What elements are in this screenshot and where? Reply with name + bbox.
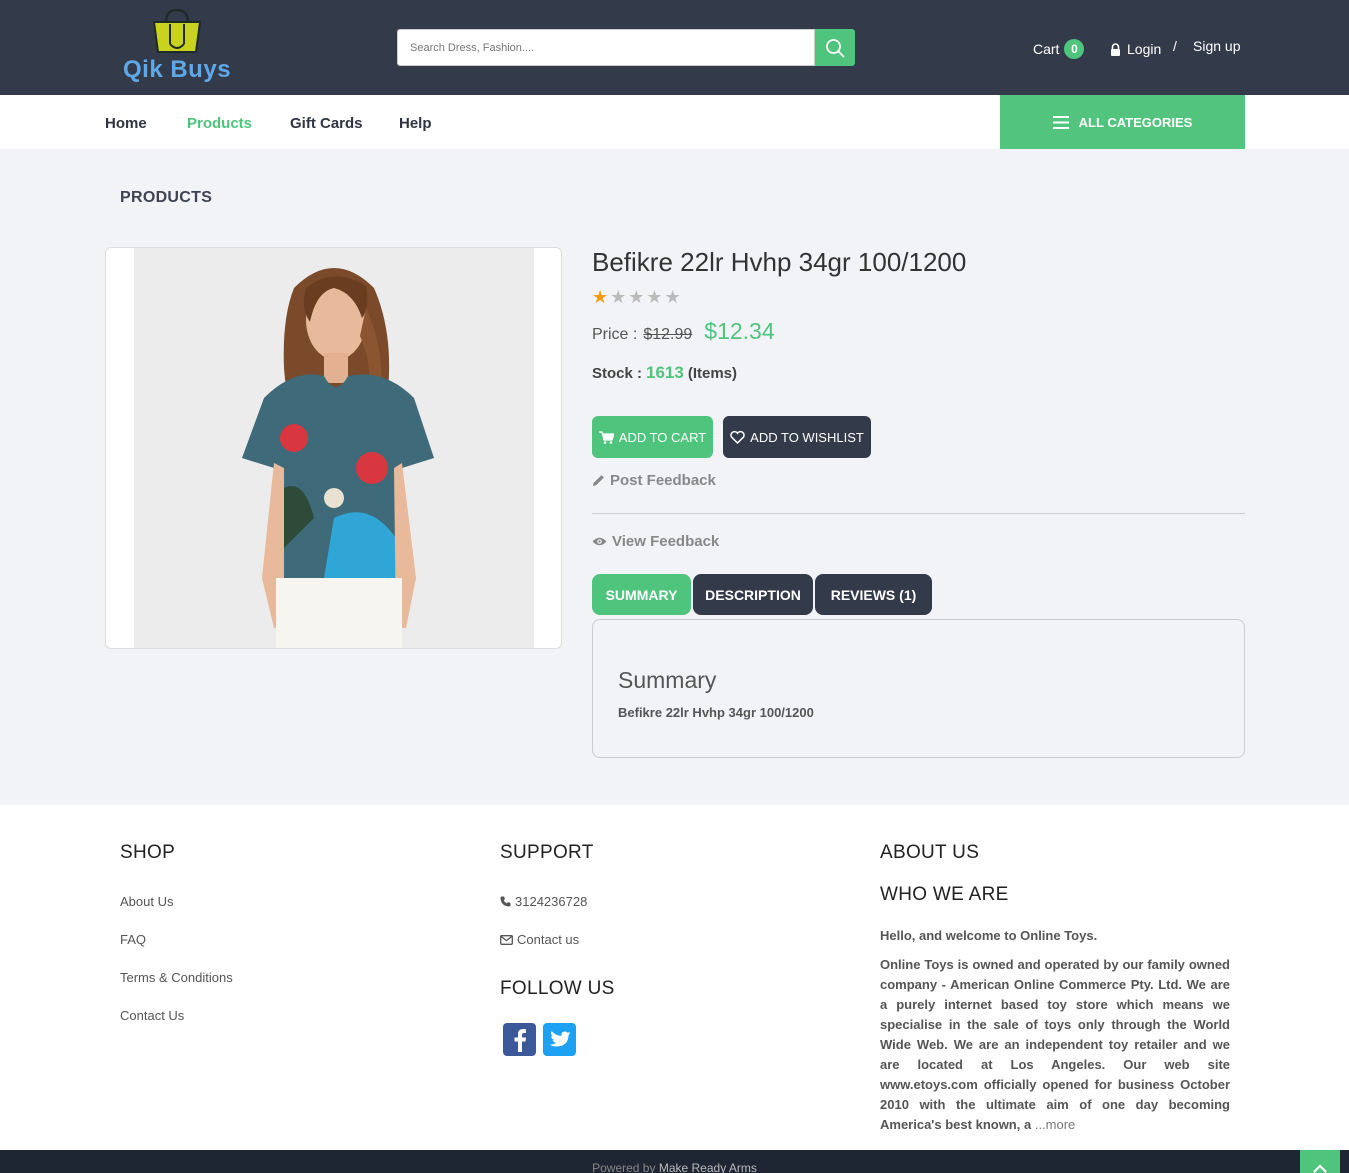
top-header: Qik Buys Cart 0 Login / Sign up	[0, 0, 1349, 95]
heart-outline-icon	[730, 430, 745, 444]
cart-label: Cart	[1033, 41, 1060, 57]
login-link[interactable]: Login	[1110, 38, 1161, 60]
search-bar	[397, 29, 855, 66]
star-empty-icon: ★	[610, 287, 627, 307]
brand-logo[interactable]: Qik Buys	[120, 8, 232, 88]
nav-products[interactable]: Products	[187, 115, 252, 132]
product-title: Befikre 22lr Hvhp 34gr 100/1200	[592, 247, 967, 277]
tab-reviews[interactable]: REVIEWS (1)	[815, 574, 932, 615]
footer-phone[interactable]: 3124236728	[500, 894, 587, 909]
eye-icon	[592, 537, 607, 546]
footer-phone-number: 3124236728	[515, 894, 588, 909]
summary-heading: Summary	[618, 667, 717, 693]
chevron-up-icon	[1313, 1164, 1327, 1173]
footer-shop-heading: SHOP	[120, 842, 176, 863]
facebook-icon	[514, 1028, 526, 1052]
product-image-card	[105, 247, 562, 649]
tab-description[interactable]: DESCRIPTION	[693, 574, 813, 615]
pencil-icon	[593, 475, 604, 486]
footer-about-text: Online Toys is owned and operated by our…	[880, 957, 1230, 1132]
price-row: Price : $12.99 $12.34	[592, 318, 775, 345]
powered-by-text: Powered by Make Ready Arms	[0, 1161, 1349, 1173]
footer-link-contact-us[interactable]: Contact Us	[120, 1008, 184, 1023]
footer-about-heading: ABOUT US	[880, 842, 980, 863]
footer-link-faq[interactable]: FAQ	[120, 932, 146, 947]
cart-link[interactable]: Cart 0	[1033, 38, 1085, 60]
star-empty-icon: ★	[646, 287, 663, 307]
facebook-link[interactable]	[503, 1023, 536, 1056]
summary-text: Befikre 22lr Hvhp 34gr 100/1200	[618, 705, 814, 720]
shopping-cart-icon	[598, 430, 614, 444]
model-in-floral-top-image	[134, 248, 534, 648]
lock-icon	[1111, 42, 1120, 56]
search-icon	[826, 38, 845, 57]
search-input[interactable]	[397, 29, 815, 66]
add-to-cart-label: ADD TO CART	[618, 429, 707, 445]
read-more-link[interactable]: ...more	[1035, 1117, 1075, 1132]
signup-link[interactable]: Sign up	[1193, 38, 1240, 60]
footer-contact[interactable]: Contact us	[500, 932, 579, 947]
star-empty-icon: ★	[628, 287, 645, 307]
nav-gift-cards[interactable]: Gift Cards	[290, 115, 363, 132]
login-signup-separator: /	[1173, 38, 1177, 54]
stock-unit: (Items)	[687, 365, 738, 382]
all-categories-button[interactable]: ALL CATEGORIES	[1000, 95, 1245, 149]
add-to-cart-button[interactable]: ADD TO CART	[592, 416, 713, 458]
nav-home[interactable]: Home	[105, 115, 147, 132]
phone-icon	[500, 896, 511, 907]
price-label: Price :	[592, 326, 638, 343]
shopping-bag-logo-icon	[152, 8, 202, 53]
product-image[interactable]	[134, 248, 534, 648]
all-categories-label: ALL CATEGORIES	[1078, 114, 1193, 130]
add-to-wishlist-label: ADD TO WISHLIST	[750, 429, 864, 445]
main-nav: Home Products Gift Cards Help ALL CATEGO…	[0, 95, 1349, 149]
star-filled-icon: ★	[592, 287, 609, 307]
twitter-link[interactable]	[543, 1023, 576, 1056]
summary-tab-panel: Summary Befikre 22lr Hvhp 34gr 100/1200	[592, 619, 1245, 758]
brand-name: Qik Buys	[123, 56, 232, 83]
footer-about-paragraph: Online Toys is owned and operated by our…	[880, 955, 1230, 1135]
footer-contact-label: Contact us	[517, 932, 580, 947]
footer-follow-heading: FOLLOW US	[500, 978, 615, 999]
twitter-icon	[549, 1030, 570, 1046]
hamburger-menu-icon	[1052, 115, 1069, 129]
view-feedback-link[interactable]: View Feedback	[592, 533, 719, 550]
section-divider	[592, 513, 1245, 514]
cart-count-badge: 0	[1064, 39, 1085, 59]
stock-label: Stock :	[592, 365, 643, 382]
add-to-wishlist-button[interactable]: ADD TO WISHLIST	[723, 416, 871, 458]
scroll-to-top-button[interactable]	[1300, 1150, 1340, 1173]
stock-row: Stock : 1613 (Items)	[592, 363, 737, 383]
footer-who-we-are-heading: WHO WE ARE	[880, 884, 1009, 905]
footer-link-about-us[interactable]: About Us	[120, 894, 173, 909]
powered-by-label: Powered by	[592, 1161, 656, 1173]
envelope-icon	[500, 934, 513, 945]
tab-summary[interactable]: SUMMARY	[592, 574, 691, 615]
post-feedback-link[interactable]: Post Feedback	[592, 472, 716, 489]
stock-value: 1613	[646, 363, 684, 382]
page-title: PRODUCTS	[120, 189, 213, 206]
post-feedback-label: Post Feedback	[610, 472, 716, 489]
star-rating: ★ ★ ★ ★ ★	[592, 287, 681, 308]
sale-price: $12.34	[704, 318, 775, 344]
footer-about-welcome: Hello, and welcome to Online Toys.	[880, 928, 1098, 943]
original-price: $12.99	[643, 326, 693, 343]
footer-support-heading: SUPPORT	[500, 842, 594, 863]
footer-link-terms[interactable]: Terms & Conditions	[120, 970, 233, 985]
login-label: Login	[1127, 41, 1162, 57]
view-feedback-label: View Feedback	[612, 533, 720, 550]
nav-help[interactable]: Help	[399, 115, 432, 132]
star-empty-icon: ★	[664, 287, 681, 307]
search-button[interactable]	[815, 29, 855, 66]
powered-by-link[interactable]: Make Ready Arms	[659, 1161, 757, 1173]
